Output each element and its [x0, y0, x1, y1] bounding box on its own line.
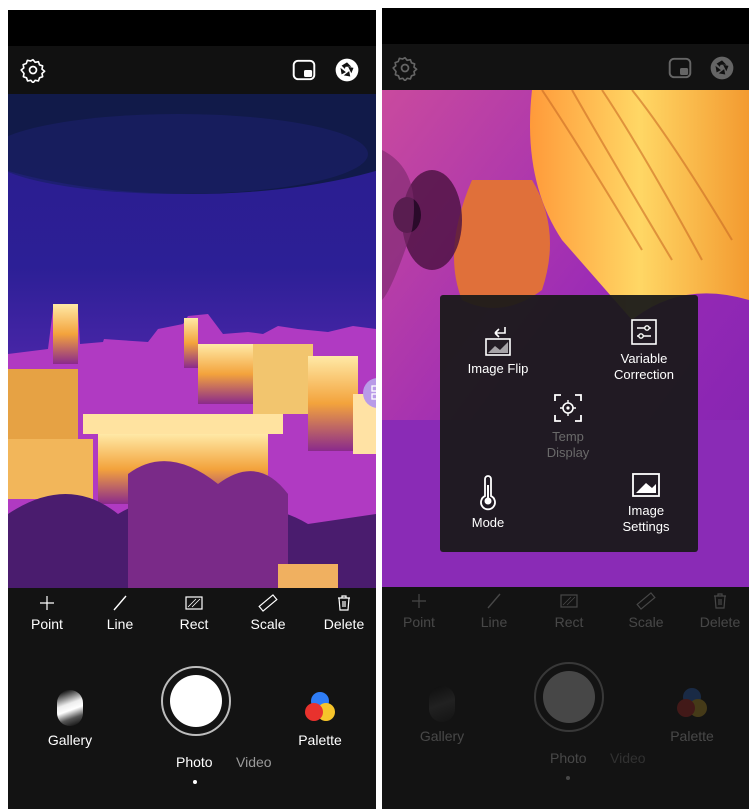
- rect-icon: [185, 596, 203, 610]
- gallery-thumbnail: [429, 686, 455, 722]
- tool-label: Scale: [250, 616, 286, 632]
- aperture-icon[interactable]: [334, 57, 360, 83]
- palette-label: Palette: [670, 728, 714, 744]
- temp-display-button[interactable]: Temp Display: [518, 391, 618, 461]
- variable-correction-button[interactable]: Variable Correction: [594, 317, 694, 383]
- tool-delete[interactable]: Delete: [685, 586, 749, 630]
- palette-label: Palette: [298, 732, 342, 748]
- tool-label: Delete: [323, 616, 365, 632]
- shutter-inner: [543, 671, 595, 723]
- point-icon: [40, 596, 54, 610]
- menu-label: Display: [546, 445, 590, 460]
- capture-controls: Gallery Palette Photo Video: [382, 646, 749, 809]
- point-icon: [412, 594, 426, 608]
- thermal-camera-view[interactable]: [8, 94, 376, 588]
- tool-label: Delete: [699, 614, 741, 630]
- gallery-thumbnail: [57, 690, 83, 726]
- thermometer-icon: [480, 475, 496, 511]
- mode-video[interactable]: Video: [236, 754, 272, 770]
- active-mode-indicator: [193, 780, 197, 784]
- line-icon: [487, 593, 501, 609]
- tool-rect[interactable]: Rect: [534, 586, 604, 630]
- tool-label: Point: [403, 614, 435, 630]
- target-icon: [554, 394, 582, 422]
- menu-label: Settings: [622, 519, 670, 534]
- tool-label: Rect: [554, 614, 584, 630]
- pip-icon[interactable]: [291, 57, 317, 83]
- rect-icon: [560, 594, 578, 608]
- top-bar: [382, 44, 749, 92]
- tool-line[interactable]: Line: [85, 588, 155, 632]
- tool-label: Rect: [179, 616, 209, 632]
- mode-photo[interactable]: Photo: [176, 754, 213, 770]
- status-bar: [382, 8, 749, 44]
- palette-icon: [677, 688, 707, 717]
- tool-label: Line: [106, 616, 134, 632]
- menu-label: Image Flip: [467, 361, 529, 376]
- tool-rect[interactable]: Rect: [159, 588, 229, 632]
- ruler-icon: [258, 594, 278, 612]
- gallery-label: Gallery: [47, 732, 93, 748]
- palette-button[interactable]: Palette: [280, 690, 360, 748]
- image-icon: [632, 473, 660, 497]
- left-phone-screen: Point Line Rect Scale Delete Gallery Pal…: [8, 10, 376, 809]
- tool-label: Point: [31, 616, 63, 632]
- top-bar: [8, 46, 376, 94]
- status-bar: [8, 10, 376, 46]
- palette-button[interactable]: Palette: [652, 686, 732, 744]
- gallery-button[interactable]: Gallery: [30, 690, 110, 748]
- mode-selector: Photo Video: [8, 754, 376, 776]
- menu-label: Correction: [614, 367, 674, 382]
- shutter-button[interactable]: [161, 666, 231, 736]
- tool-point[interactable]: Point: [384, 586, 454, 630]
- grid-icon: [371, 385, 376, 400]
- gear-icon[interactable]: [20, 57, 46, 83]
- shutter-button[interactable]: [534, 662, 604, 732]
- side-menu-handle[interactable]: [363, 378, 376, 408]
- line-icon: [113, 595, 127, 611]
- quick-settings-menu: Image Flip Variable Correction Temp Disp…: [440, 295, 698, 552]
- gear-icon[interactable]: [392, 55, 418, 81]
- menu-label: Mode: [471, 515, 505, 530]
- menu-label: Image: [627, 503, 665, 518]
- palette-icon: [305, 692, 335, 721]
- active-mode-indicator: [566, 776, 570, 780]
- tool-point[interactable]: Point: [12, 588, 82, 632]
- tool-scale[interactable]: Scale: [611, 586, 681, 630]
- menu-label: Temp: [552, 429, 584, 444]
- tool-label: Line: [480, 614, 508, 630]
- mode-photo[interactable]: Photo: [550, 750, 587, 766]
- ruler-icon: [636, 592, 656, 610]
- image-flip-button[interactable]: Image Flip: [448, 323, 548, 377]
- image-flip-icon: [485, 327, 511, 356]
- image-settings-button[interactable]: Image Settings: [596, 471, 696, 535]
- right-phone-screen: Image Flip Variable Correction Temp Disp…: [382, 8, 749, 809]
- tool-line[interactable]: Line: [459, 586, 529, 630]
- measurement-toolbar: Point Line Rect Scale Delete: [382, 586, 749, 648]
- mode-selector: Photo Video: [382, 750, 749, 772]
- gallery-label: Gallery: [419, 728, 465, 744]
- tool-label: Scale: [628, 614, 664, 630]
- measurement-toolbar: Point Line Rect Scale Delete: [8, 588, 376, 650]
- aperture-icon[interactable]: [709, 55, 735, 81]
- mode-video[interactable]: Video: [610, 750, 646, 766]
- trash-icon: [338, 595, 350, 611]
- gallery-button[interactable]: Gallery: [402, 686, 482, 744]
- sliders-icon: [631, 319, 657, 345]
- trash-icon: [714, 593, 726, 609]
- tool-delete[interactable]: Delete: [309, 588, 376, 632]
- shutter-inner: [170, 675, 222, 727]
- menu-label: Variable: [620, 351, 668, 366]
- tool-scale[interactable]: Scale: [233, 588, 303, 632]
- pip-icon[interactable]: [667, 55, 693, 81]
- mode-button[interactable]: Mode: [444, 475, 532, 531]
- capture-controls: Gallery Palette Photo Video: [8, 650, 376, 809]
